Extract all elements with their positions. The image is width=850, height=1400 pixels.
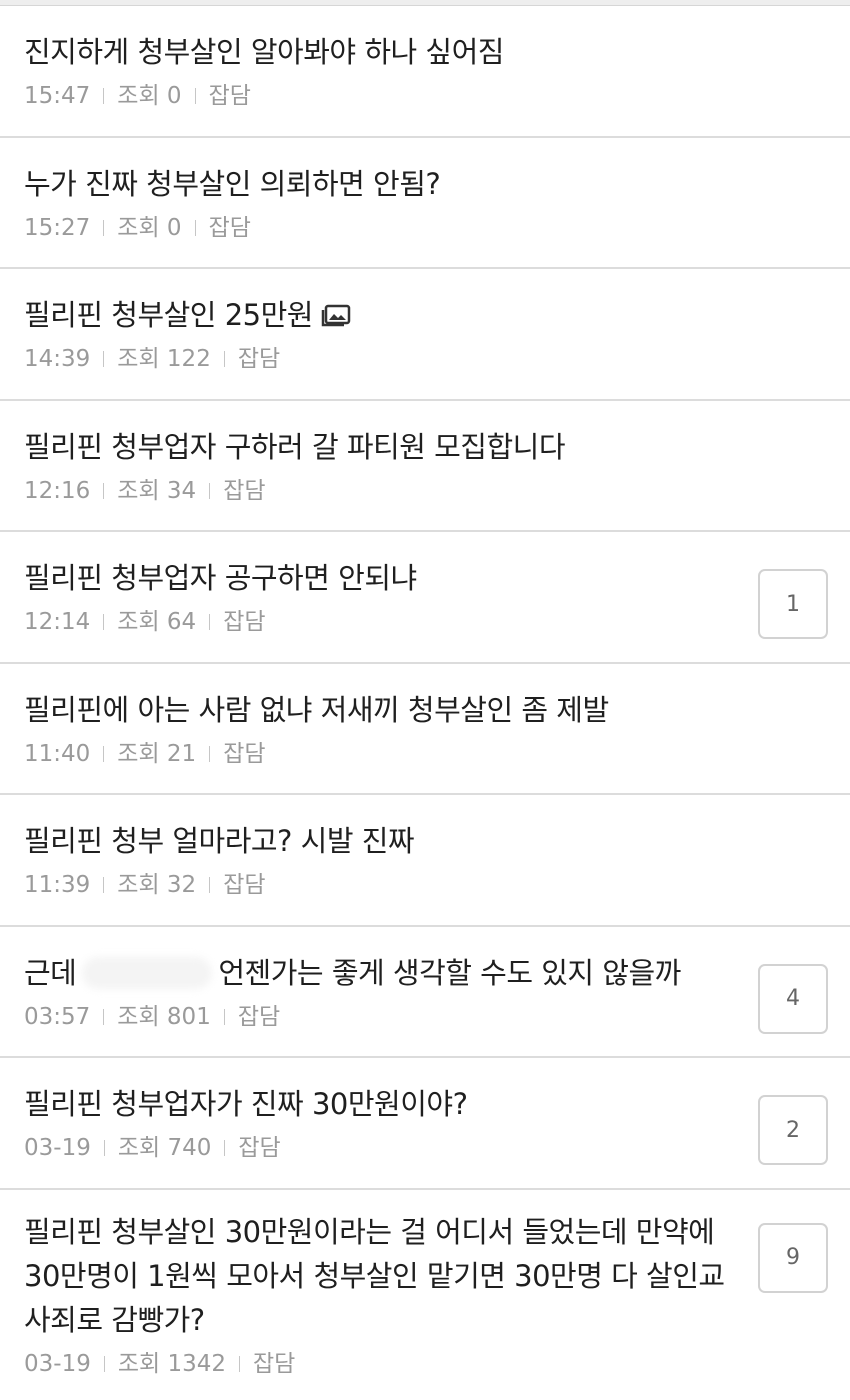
post-title: 필리핀 청부업자가 진짜 30만원이야? [24, 1087, 468, 1121]
post-meta: 03-19 조회 1342 잡담 [24, 1348, 750, 1380]
post-category: 잡담 [237, 346, 281, 372]
post-meta: 03-19 조회 740 잡담 [24, 1132, 750, 1164]
post-category: 잡담 [223, 477, 266, 504]
meta-separator [103, 482, 105, 499]
meta-separator [223, 1008, 225, 1025]
post-item[interactable]: 필리핀 청부 얼마라고? 시발 진짜 11:39 조회 32 잡담 [0, 795, 850, 927]
post-time: 15:47 [24, 83, 91, 109]
post-time: 03-19 [24, 1350, 91, 1377]
meta-separator [103, 877, 105, 893]
post-title-start: 근데 [24, 955, 77, 990]
post-category: 잡담 [208, 214, 251, 241]
post-views: 조회 801 [117, 1003, 211, 1030]
meta-separator [209, 745, 211, 762]
post-meta: 12:14 조회 64 잡담 [24, 606, 750, 638]
post-item[interactable]: 진지하게 청부살인 알아봐야 하나 싶어짐 15:47 조회 0 잡담 [0, 6, 850, 138]
post-category: 잡담 [237, 1003, 281, 1030]
post-meta: 12:16 조회 34 잡담 [24, 475, 750, 507]
post-meta: 11:39 조회 32 잡담 [24, 869, 750, 901]
post-title: 필리핀 청부살인 30만원이라는 걸 어디서 들었는데 만약에 30만명이 1원… [24, 1214, 725, 1337]
post-item[interactable]: 근데 언젠가는 좋게 생각할 수도 있지 않을까 03:57 조회 801 잡담 4 [0, 927, 850, 1058]
meta-separator [209, 482, 211, 499]
image-attachment-icon [321, 304, 351, 327]
post-category: 잡담 [238, 1135, 281, 1161]
post-views: 조회 0 [117, 83, 182, 109]
post-meta: 15:27 조회 0 잡담 [24, 212, 750, 244]
meta-separator [103, 745, 105, 762]
post-title: 근데 언젠가는 좋게 생각할 수도 있지 않을까 [24, 951, 750, 995]
post-views: 조회 122 [117, 346, 211, 372]
meta-separator [194, 88, 196, 104]
post-title-text: 필리핀 청부살인 25만원 [24, 298, 313, 332]
post-time: 11:39 [24, 872, 91, 898]
post-title-end: 언젠가는 좋게 생각할 수도 있지 않을까 [218, 955, 681, 990]
post-time: 15:27 [24, 214, 91, 241]
post-views: 조회 34 [117, 477, 197, 504]
meta-separator [103, 219, 105, 236]
meta-separator [103, 88, 105, 104]
post-views: 조회 64 [117, 609, 197, 635]
meta-separator [209, 614, 211, 630]
post-meta: 14:39 조회 122 잡담 [24, 343, 750, 375]
post-item[interactable]: 필리핀에 아는 사람 없냐 저새끼 청부살인 좀 제발 11:40 조회 21 잡담 [0, 664, 850, 795]
meta-separator [103, 351, 105, 367]
comment-count-button[interactable]: 9 [758, 1222, 828, 1293]
post-time: 11:40 [24, 740, 91, 767]
post-title: 진지하게 청부살인 알아봐야 하나 싶어짐 [24, 35, 504, 69]
post-time: 03-19 [24, 1135, 91, 1161]
post-time: 12:16 [24, 477, 91, 504]
meta-separator [103, 614, 105, 630]
meta-separator [103, 1140, 105, 1156]
post-title: 필리핀 청부업자 공구하면 안되냐 [24, 561, 417, 595]
post-category: 잡담 [223, 872, 266, 898]
post-item[interactable]: 필리핀 청부업자 공구하면 안되냐 12:14 조회 64 잡담 1 [0, 532, 850, 664]
post-item[interactable]: 필리핀 청부업자가 진짜 30만원이야? 03-19 조회 740 잡담 2 [0, 1058, 850, 1190]
comment-count-button[interactable]: 4 [758, 963, 828, 1034]
post-time: 03:57 [24, 1003, 91, 1030]
meta-separator [103, 1008, 105, 1025]
post-meta: 11:40 조회 21 잡담 [24, 738, 750, 770]
meta-separator [224, 1140, 226, 1156]
post-time: 12:14 [24, 609, 91, 635]
meta-separator [103, 1355, 105, 1372]
meta-separator [209, 877, 211, 893]
post-list: 진지하게 청부살인 알아봐야 하나 싶어짐 15:47 조회 0 잡담 누가 진짜 … [0, 6, 850, 1395]
meta-separator [194, 219, 196, 236]
comment-count-button[interactable]: 2 [758, 1095, 828, 1165]
post-item[interactable]: 필리핀 청부살인 30만원이라는 걸 어디서 들었는데 만약에 30만명이 1원… [0, 1190, 850, 1395]
post-meta: 03:57 조회 801 잡담 [24, 1001, 750, 1033]
post-category: 잡담 [253, 1350, 296, 1377]
post-category: 잡담 [223, 609, 266, 635]
post-item[interactable]: 누가 진짜 청부살인 의뢰하면 안됨? 15:27 조회 0 잡담 [0, 138, 850, 269]
post-time: 14:39 [24, 346, 91, 372]
comment-count-button[interactable]: 1 [758, 569, 828, 639]
post-views: 조회 32 [117, 872, 197, 898]
meta-separator [223, 351, 225, 367]
post-category: 잡담 [223, 740, 266, 767]
post-title: 필리핀에 아는 사람 없냐 저새끼 청부살인 좀 제발 [24, 692, 609, 727]
post-category: 잡담 [208, 83, 251, 109]
post-title: 누가 진짜 청부살인 의뢰하면 안됨? [24, 166, 441, 201]
post-meta: 15:47 조회 0 잡담 [24, 80, 750, 112]
post-item[interactable]: 필리핀 청부업자 구하러 갈 파티원 모집합니다 12:16 조회 34 잡담 [0, 401, 850, 532]
post-title: 필리핀 청부 얼마라고? 시발 진짜 [24, 824, 415, 858]
post-title: 필리핀 청부업자 구하러 갈 파티원 모집합니다 [24, 429, 566, 464]
post-views: 조회 21 [117, 740, 197, 767]
post-item[interactable]: 필리핀 청부살인 25만원 14:39 조회 122 잡담 [0, 269, 850, 401]
post-views: 조회 0 [117, 214, 182, 241]
post-views: 조회 740 [117, 1135, 212, 1161]
post-title: 필리핀 청부살인 25만원 [24, 293, 750, 337]
redacted-mask [82, 956, 213, 989]
meta-separator [239, 1355, 241, 1372]
post-views: 조회 1342 [117, 1350, 227, 1377]
